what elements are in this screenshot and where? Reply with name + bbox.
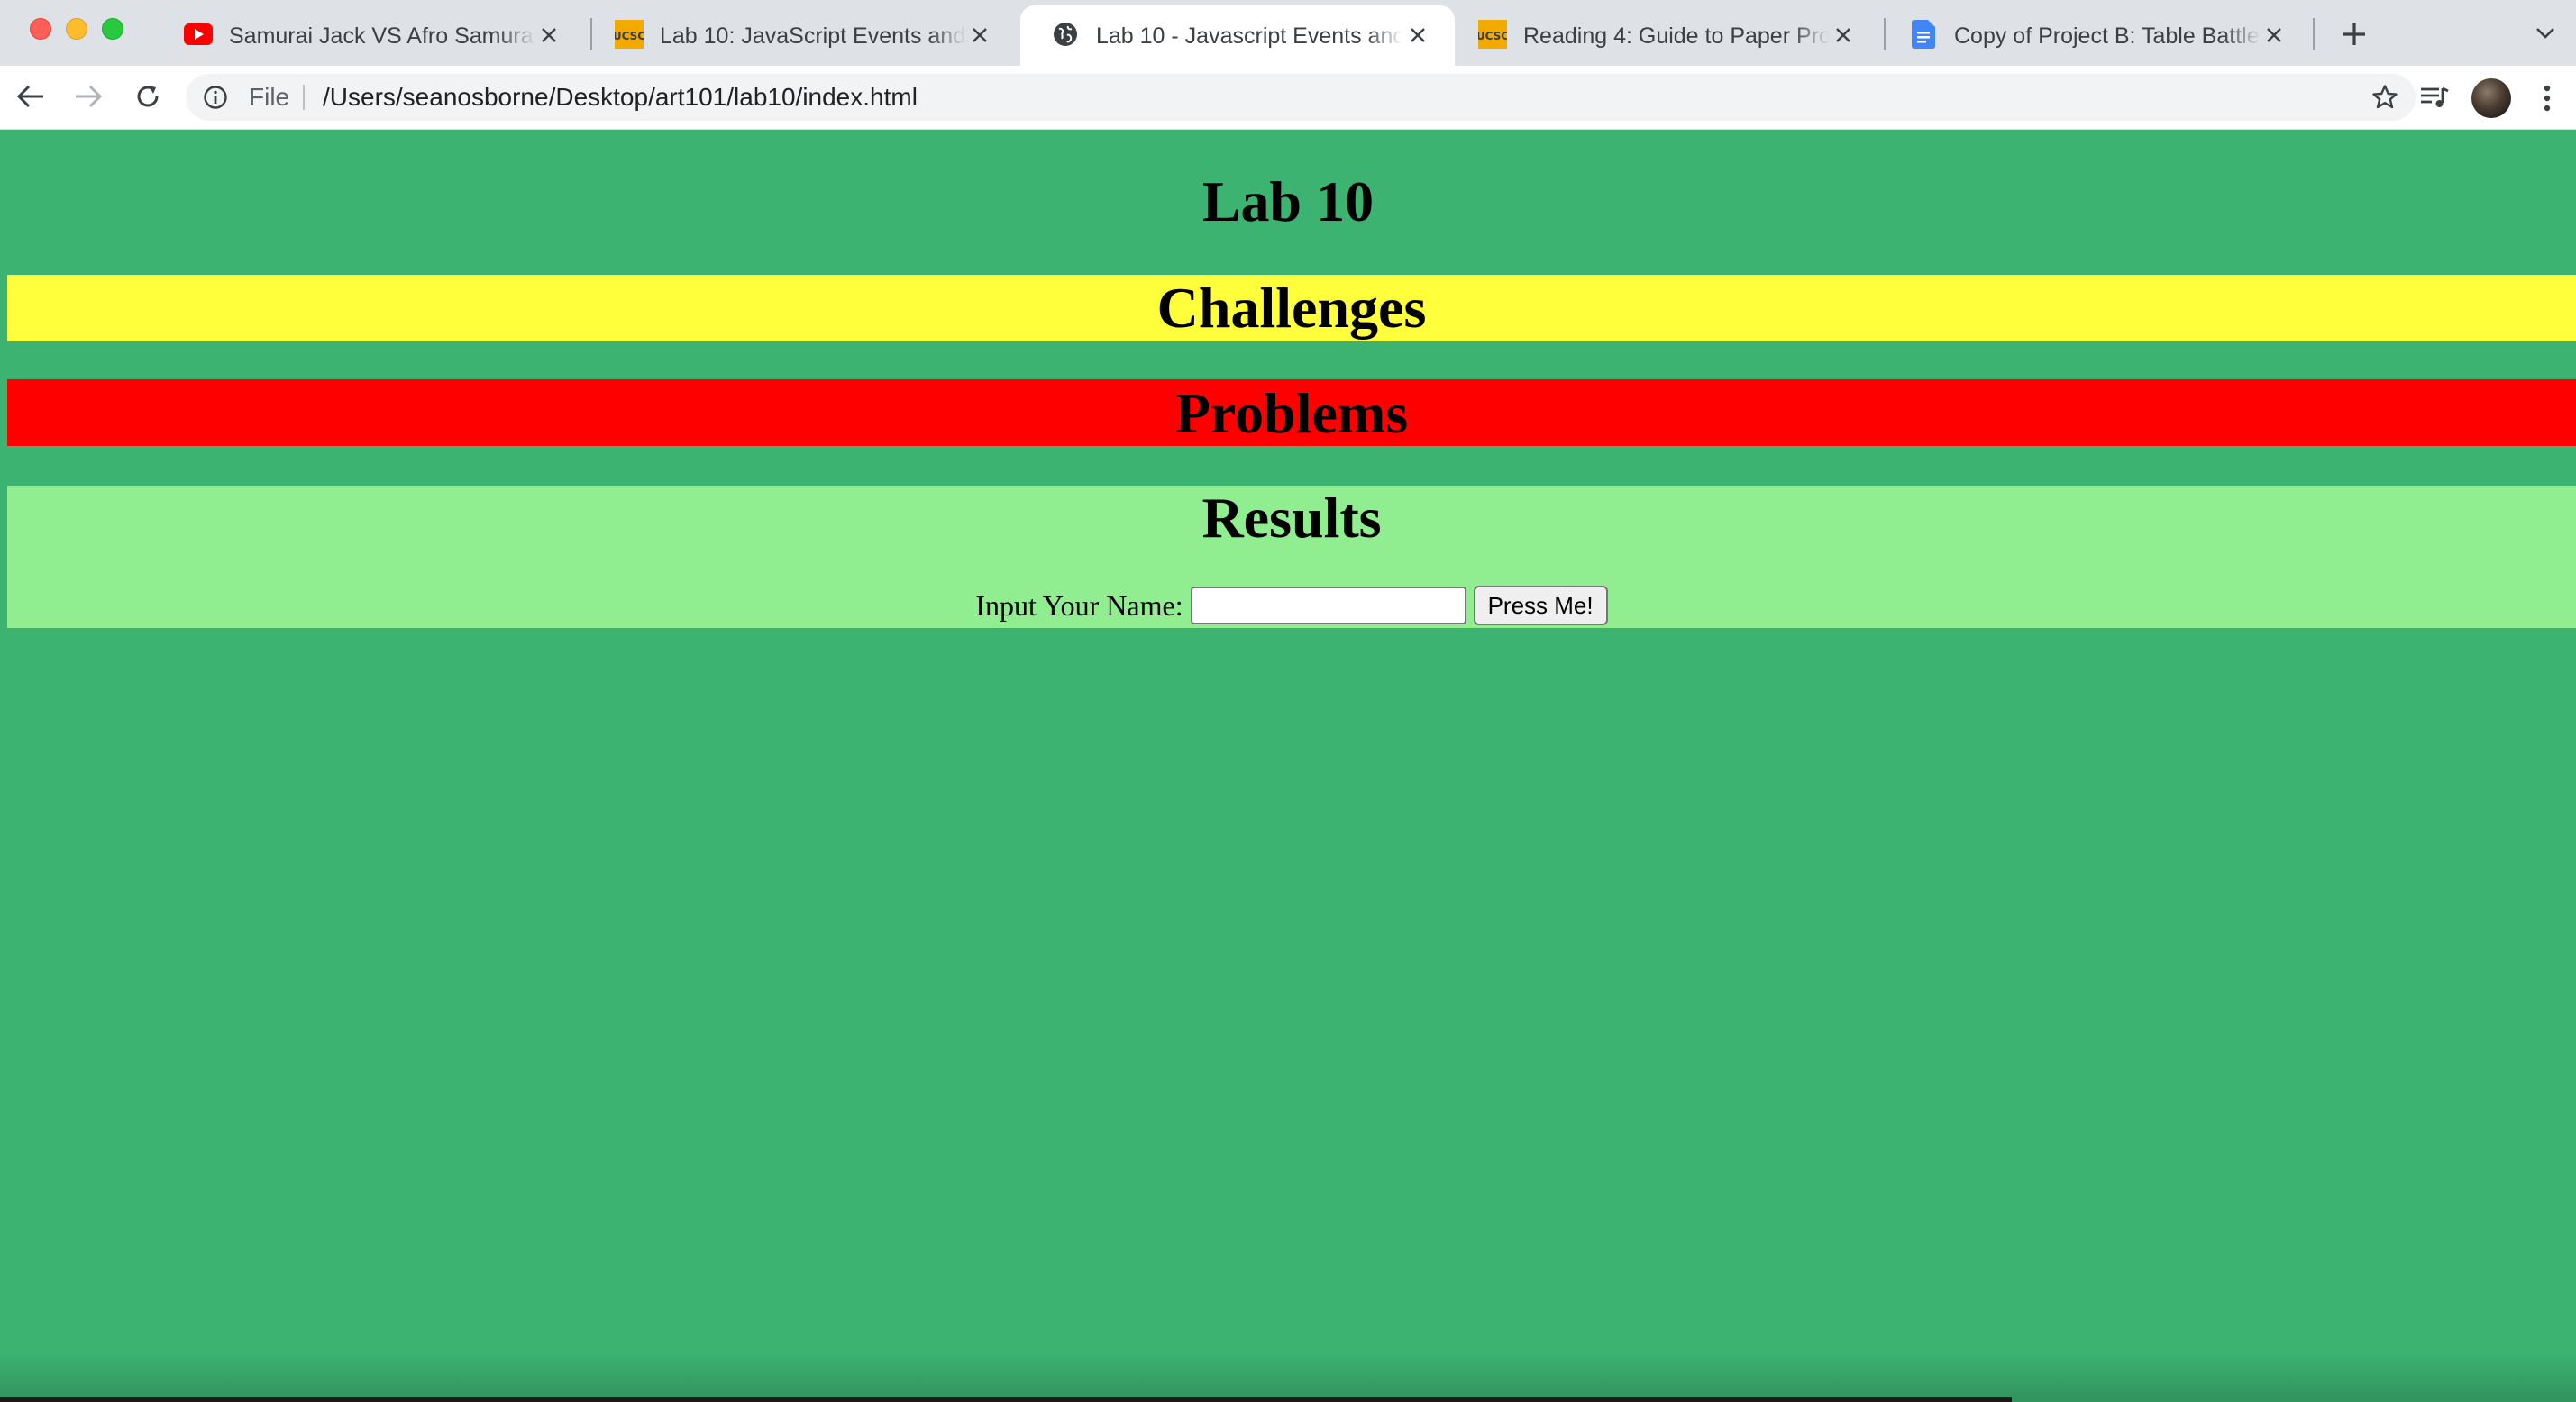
name-input[interactable] bbox=[1190, 587, 1466, 624]
tab-lab10-local[interactable]: Lab 10 - Javascript Events and Forms bbox=[1020, 5, 1455, 66]
close-tab-icon[interactable] bbox=[1404, 22, 1431, 49]
tab-project-b[interactable]: Copy of Project B: Table Battle bbox=[1878, 5, 2311, 66]
problems-section: Problems bbox=[7, 379, 2576, 446]
tab-search-chevron-down-icon[interactable] bbox=[2529, 20, 2562, 47]
tab-separator bbox=[2313, 18, 2315, 50]
svg-text:UCSC: UCSC bbox=[615, 30, 644, 42]
tab-title: Lab 10: JavaScript Events and Forms bbox=[660, 23, 966, 49]
tab-lab10-canvas[interactable]: UCSC Lab 10: JavaScript Events and Forms bbox=[584, 5, 1017, 66]
tab-title: Copy of Project B: Table Battle bbox=[1954, 23, 2260, 49]
profile-avatar[interactable] bbox=[2471, 78, 2511, 118]
name-input-label: Input Your Name: bbox=[975, 588, 1183, 622]
info-icon[interactable] bbox=[202, 84, 229, 111]
close-tab-icon[interactable] bbox=[966, 22, 993, 49]
close-tab-icon[interactable] bbox=[1830, 22, 1857, 49]
reload-icon[interactable] bbox=[128, 77, 168, 116]
browser-toolbar: File /Users/seanosborne/Desktop/art101/l… bbox=[0, 66, 2576, 130]
ucsc-icon: UCSC bbox=[615, 20, 644, 49]
omnibox-divider bbox=[303, 85, 305, 110]
tab-strip: Samurai Jack VS Afro Samurai UCSC Lab 10… bbox=[0, 0, 2576, 66]
challenges-heading: Challenges bbox=[1156, 276, 1427, 340]
minimize-window-button[interactable] bbox=[66, 18, 87, 40]
page-content: Lab 10 Challenges Problems Results Input… bbox=[0, 130, 2576, 1402]
tab-reading-4[interactable]: UCSC Reading 4: Guide to Paper Prototypi… bbox=[1448, 5, 1880, 66]
fullscreen-window-button[interactable] bbox=[102, 18, 123, 40]
more-menu-icon[interactable] bbox=[2529, 78, 2565, 118]
tab-title: Lab 10 - Javascript Events and Forms bbox=[1096, 23, 1402, 49]
press-me-button[interactable]: Press Me! bbox=[1473, 586, 1608, 625]
page-title: Lab 10 bbox=[1201, 169, 1375, 233]
close-tab-icon[interactable] bbox=[535, 22, 562, 49]
forward-arrow-icon[interactable] bbox=[69, 77, 108, 116]
results-heading: Results bbox=[1201, 486, 1382, 550]
youtube-icon bbox=[184, 20, 213, 49]
tab-samurai-jack[interactable]: Samurai Jack VS Afro Samurai bbox=[153, 5, 586, 66]
back-arrow-icon[interactable] bbox=[11, 77, 50, 116]
bookmark-star-icon[interactable] bbox=[2370, 83, 2399, 112]
problems-heading: Problems bbox=[1174, 381, 1409, 445]
tab-title: Samurai Jack VS Afro Samurai bbox=[229, 23, 535, 49]
address-bar[interactable]: File /Users/seanosborne/Desktop/art101/l… bbox=[186, 74, 2416, 121]
tab-title: Reading 4: Guide to Paper Prototyping bbox=[1523, 23, 1830, 49]
close-window-button[interactable] bbox=[30, 18, 51, 40]
new-tab-button[interactable] bbox=[2336, 16, 2372, 52]
globe-icon bbox=[1051, 20, 1080, 49]
media-queue-icon[interactable] bbox=[2416, 78, 2453, 116]
url-text[interactable]: /Users/seanosborne/Desktop/art101/lab10/… bbox=[323, 82, 918, 113]
challenges-section: Challenges bbox=[7, 275, 2576, 341]
window-bottom-edge bbox=[0, 1397, 2012, 1402]
window-bottom-shadow bbox=[0, 1352, 2576, 1402]
url-scheme-label: File bbox=[249, 83, 290, 111]
results-section: Results Input Your Name: Press Me! bbox=[7, 486, 2576, 628]
svg-text:UCSC: UCSC bbox=[1478, 30, 1507, 42]
close-tab-icon[interactable] bbox=[2261, 22, 2288, 49]
google-docs-icon bbox=[1909, 20, 1938, 49]
name-form: Input Your Name: Press Me! bbox=[7, 585, 2576, 626]
ucsc-icon: UCSC bbox=[1478, 20, 1507, 49]
